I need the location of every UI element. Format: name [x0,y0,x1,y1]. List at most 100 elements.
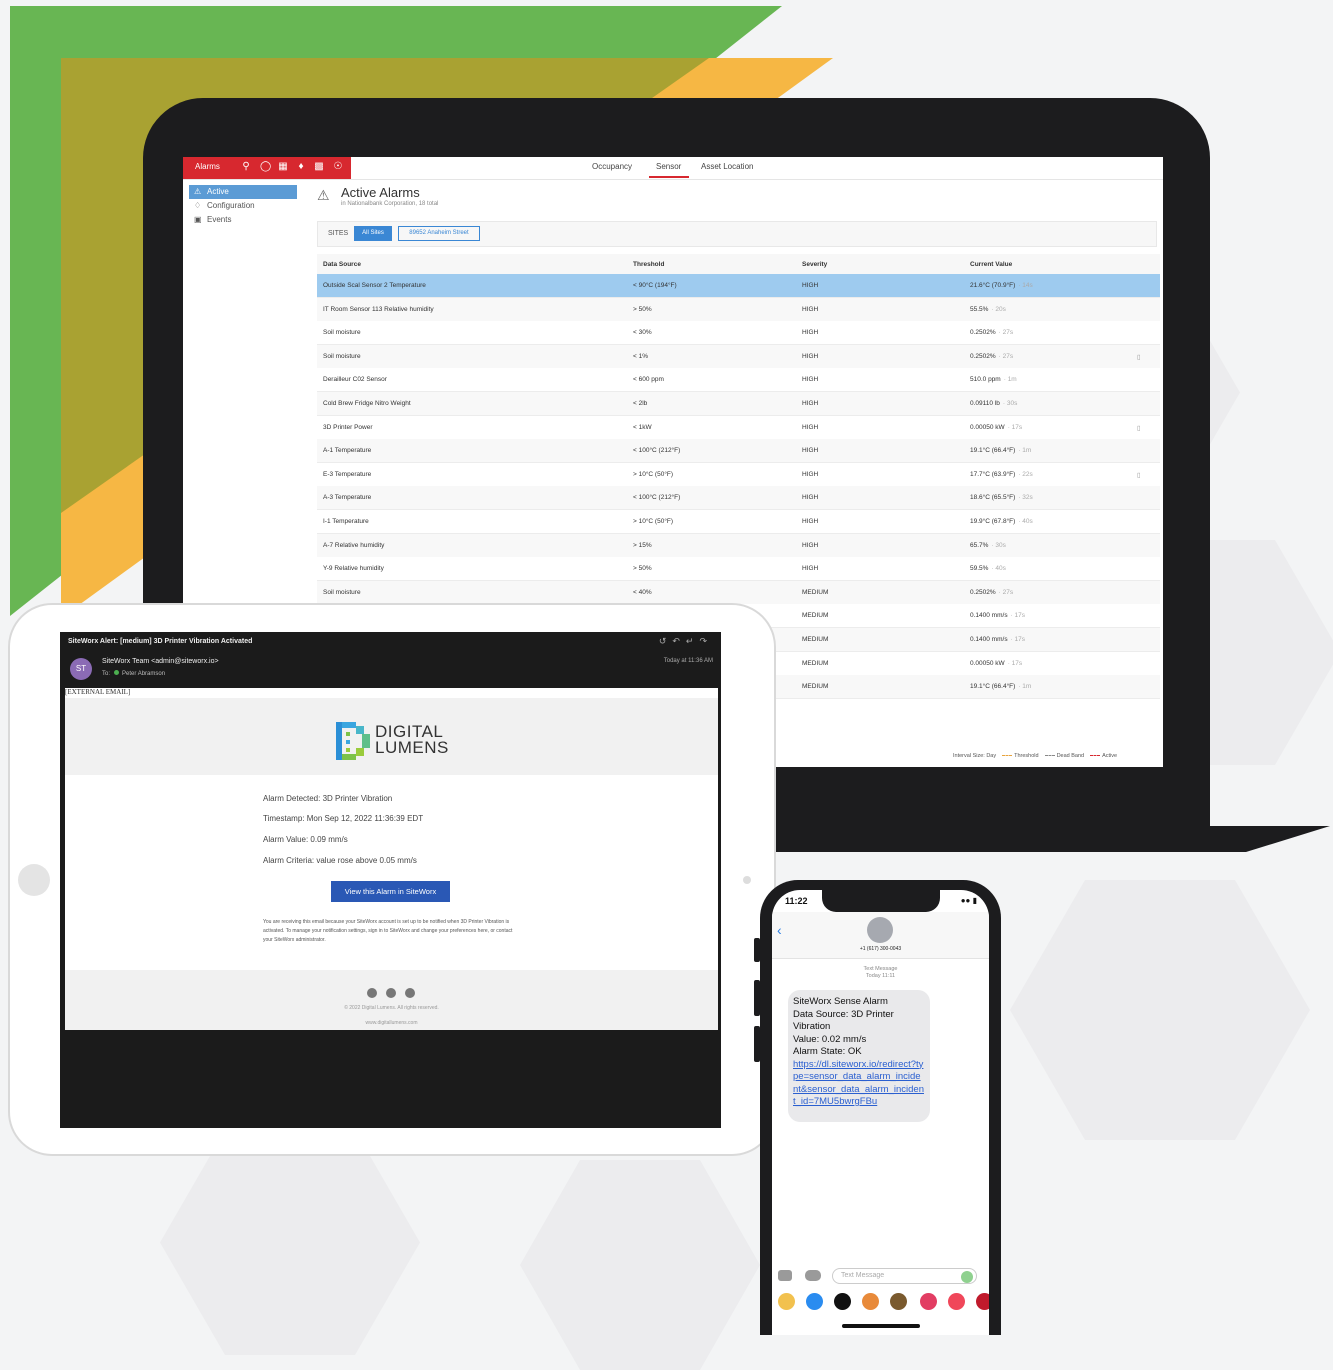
table-cell-value: 59.5% · 40s [970,565,1006,573]
table-row[interactable]: I-1 Temperature > 10°C (50°F) HIGH 19.9°C (… [317,510,1160,534]
column-header[interactable]: Severity [802,261,827,268]
table-row[interactable]: 3D Printer Power < 1kW HIGH 0.00050 kW · 17s… [317,415,1160,440]
photos-app-icon[interactable] [778,1293,795,1310]
table-cell-source: Soil moisture [323,352,361,360]
location-pin-icon[interactable]: ⚲ [241,161,251,172]
more-app-icon[interactable] [976,1293,989,1310]
table-row[interactable]: A-3 Temperature < 100°C (212°F) HIGH 18.6°C… [317,486,1160,511]
contact-avatar-icon[interactable] [867,917,893,943]
table-row[interactable]: A-1 Temperature < 100°C (212°F) HIGH 19.1°C… [317,439,1160,464]
app-store-app-icon[interactable] [806,1293,823,1310]
email-subject: SiteWorx Alert: [medium] 3D Printer Vibr… [68,638,253,645]
table-row[interactable]: Soil moisture < 1% HIGH 0.2502% · 27s ▯ [317,344,1160,369]
site-button[interactable]: 89652 Anaheim Street [398,226,480,241]
calendar-icon: ▣ [194,215,202,224]
table-cell-severity: HIGH [802,305,819,313]
table-cell-value: 18.6°C (65.5°F) · 32s [970,494,1033,502]
website-link[interactable]: www.digitallumens.com [65,1020,718,1026]
table-row[interactable]: Outside Scal Sensor 2 Temperature < 90°C … [317,274,1160,298]
camera-icon[interactable] [778,1270,792,1281]
facebook-icon[interactable] [367,988,377,998]
email-from[interactable]: SiteWorx Team <admin@siteworx.io> [102,658,219,665]
elapsed-time: · 27s [998,352,1014,360]
alarms-label[interactable]: Alarms [195,162,220,171]
sidebar-item-active[interactable]: ⚠ Active [189,185,297,199]
sidebar-item-events[interactable]: ▣ Events [189,213,297,227]
document-icon[interactable]: ▯ [1137,471,1141,479]
send-icon[interactable] [961,1271,973,1283]
table-cell-threshold: < 1% [633,352,648,360]
view-alarm-button[interactable]: View this Alarm in SiteWorx [331,881,450,902]
twitter-icon[interactable] [386,988,396,998]
message-line: Value: 0.02 mm/s [793,1033,867,1045]
search-app-icon[interactable] [920,1293,937,1310]
table-cell-threshold: > 50% [633,565,652,573]
table-cell-value: 19.1°C (66.4°F) · 1m [970,447,1032,455]
column-header[interactable]: Threshold [633,261,664,268]
table-cell-severity: HIGH [802,470,819,478]
sidebar-item-configuration[interactable]: ♢ Configuration [189,199,297,213]
table-cell-value: 65.7% · 30s [970,541,1006,549]
memoji-app-icon[interactable] [862,1293,879,1310]
recipient-name[interactable]: Peter Abramson [122,671,165,677]
table-cell-severity: HIGH [802,518,819,525]
animoji-app-icon[interactable] [890,1293,907,1310]
bell-icon[interactable]: ♦ [296,161,306,172]
alarm-link[interactable]: https://dl.siteworx.io/redirect?type=sen… [793,1059,925,1109]
to-label: To: [102,671,111,677]
table-cell-source: 3D Printer Power [323,423,373,431]
alarm-toolbar: Alarms ⚲ ◯ ▦ ♦ ▩ ☉ [183,157,351,179]
table-row[interactable]: Derailleur C02 Sensor < 600 ppm HIGH 510.0 … [317,368,1160,393]
snooze-icon[interactable]: ↺ [659,636,673,646]
apple-cash-app-icon[interactable] [834,1293,851,1310]
table-cell-severity: HIGH [802,400,819,407]
table-row[interactable]: Soil moisture < 40% MEDIUM 0.2502% · 27s [317,580,1160,605]
table-cell-severity: HIGH [802,282,819,289]
background-hexagon [1010,880,1310,1140]
table-row[interactable]: IT Room Sensor 113 Relative humidity > 50… [317,297,1160,322]
table-cell-threshold: < 2lb [633,400,648,407]
page-subtitle: in Nationalbank Corporation, 18 total [341,201,439,207]
elapsed-time: · 1m [1018,683,1032,691]
table-cell-value: 0.09110 lb · 30s [970,400,1018,407]
forward-icon[interactable]: ↷ [699,636,713,646]
table-cell-threshold: < 100°C (212°F) [633,447,681,455]
reply-all-icon[interactable]: ↵ [686,636,700,646]
table-cell-source: I-1 Temperature [323,518,369,525]
table-cell-source: Derailleur C02 Sensor [323,376,387,384]
table-row[interactable]: Y-9 Relative humidity > 50% HIGH 59.5% · 40s [317,557,1160,582]
table-row[interactable]: Cold Brew Fridge Nitro Weight < 2lb HIGH 0.… [317,392,1160,416]
table-cell-severity: MEDIUM [802,683,829,691]
email-client: SiteWorx Alert: [medium] 3D Printer Vibr… [60,632,721,1128]
document-icon[interactable]: ▯ [1137,353,1141,361]
column-header[interactable]: Current Value [970,261,1012,268]
document-icon[interactable]: ▯ [1137,424,1141,432]
hand-icon[interactable]: ☉ [333,161,343,172]
message-input[interactable]: Text Message [832,1268,977,1284]
table-cell-threshold: < 100°C (212°F) [633,494,681,502]
tab-asset-location[interactable]: Asset Location [701,162,753,171]
contact-number[interactable]: +1 (617) 300-0043 [772,946,989,952]
tablet-camera [743,876,751,884]
column-header[interactable]: Data Source [323,261,361,268]
notification-note: You are receiving this email because you… [263,919,513,943]
building-icon[interactable]: ▦ [278,161,288,172]
table-cell-source: Soil moisture [323,329,361,337]
tab-occupancy[interactable]: Occupancy [592,162,632,171]
table-cell-value: 0.1400 mm/s · 17s [970,612,1026,620]
table-row[interactable]: E-3 Temperature > 10°C (50°F) HIGH 17.7°C (… [317,462,1160,487]
all-sites-button[interactable]: All Sites [354,226,392,241]
table-row[interactable]: Soil moisture < 30% HIGH 0.2502% · 27s [317,321,1160,346]
reply-icon[interactable]: ↶ [672,636,686,646]
user-pin-icon[interactable]: ◯ [260,161,271,172]
music-app-icon[interactable] [948,1293,965,1310]
tab-sensor[interactable]: Sensor [656,162,681,171]
chart-icon[interactable]: ▩ [314,161,324,172]
elapsed-time: · 27s [998,329,1014,337]
elapsed-time: · 17s [1010,636,1026,643]
table-row[interactable]: A-7 Relative humidity > 15% HIGH 65.7% · 30s [317,533,1160,558]
linkedin-icon[interactable] [405,988,415,998]
table-cell-source: Soil moisture [323,588,361,596]
back-chevron-icon[interactable]: ‹ [777,922,782,938]
app-store-icon[interactable] [805,1270,821,1281]
